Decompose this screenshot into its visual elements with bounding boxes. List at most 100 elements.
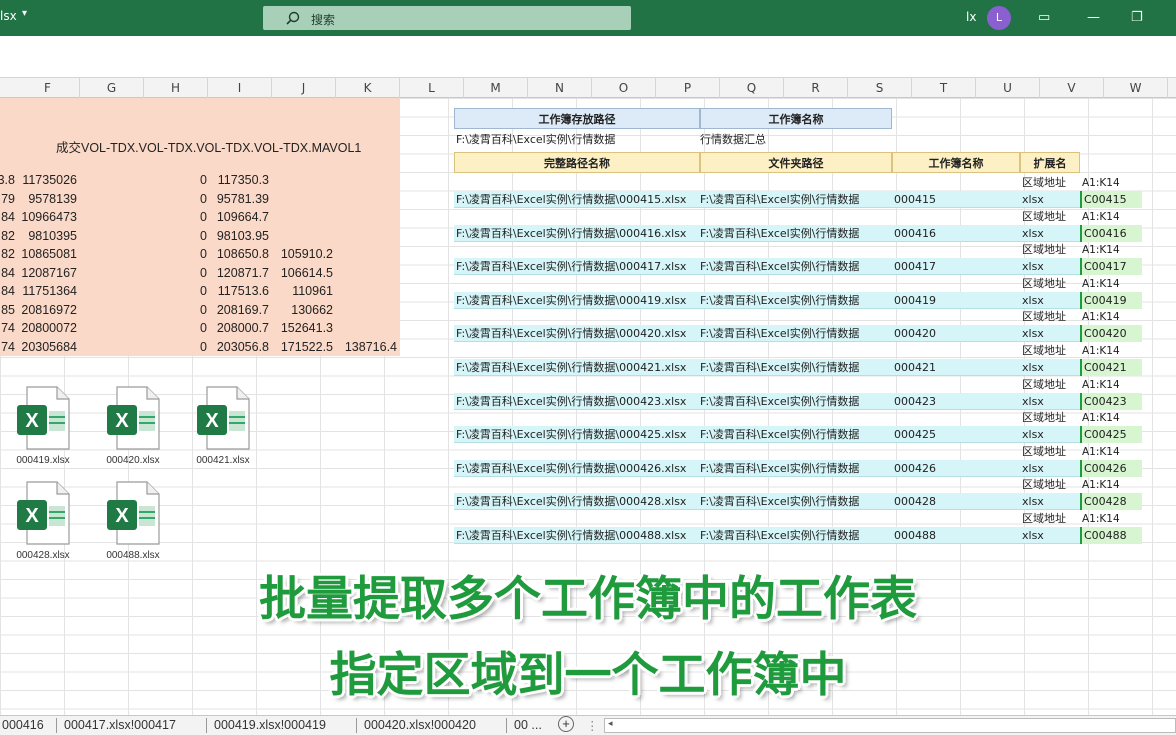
region-value[interactable]: A1:K14 — [1082, 511, 1142, 527]
book-cell[interactable]: 000425 — [894, 426, 1014, 443]
full-path-cell[interactable]: F:\凌霄百科\Excel实例\行情数据\000417.xlsx — [456, 258, 700, 275]
region-label[interactable]: 区域地址 — [1022, 309, 1082, 325]
left-cell[interactable]: 171522.5 — [281, 340, 333, 354]
ext-cell[interactable]: xlsx — [1022, 426, 1078, 443]
full-path-cell[interactable]: F:\凌霄百科\Excel实例\行情数据\000415.xlsx — [456, 191, 700, 208]
code-cell[interactable]: C00425 — [1080, 426, 1142, 444]
book-cell[interactable]: 000419 — [894, 292, 1014, 309]
left-cell[interactable]: 152641.3 — [281, 321, 333, 335]
left-cell[interactable]: 10865081 — [21, 247, 77, 261]
sheet-tab[interactable]: 000417.xlsx!000417 — [64, 718, 176, 732]
code-cell[interactable]: C00416 — [1080, 224, 1142, 242]
left-cell[interactable]: 79 — [1, 192, 15, 206]
folder-cell[interactable]: F:\凌霄百科\Excel实例\行情数据 — [700, 258, 890, 275]
column-header-h[interactable]: H — [144, 78, 208, 98]
column-header-t[interactable]: T — [912, 78, 976, 98]
left-cell[interactable]: 108650.8 — [217, 247, 269, 261]
left-cell[interactable]: 9810395 — [28, 229, 77, 243]
region-label[interactable]: 区域地址 — [1022, 276, 1082, 292]
code-cell[interactable]: C00428 — [1080, 493, 1142, 511]
code-cell[interactable]: C00415 — [1080, 191, 1142, 208]
file-icon-item[interactable]: X 000420.xlsx — [98, 385, 168, 466]
book-cell[interactable]: 000428 — [894, 493, 1014, 510]
code-cell[interactable]: C00421 — [1080, 359, 1142, 376]
full-path-cell[interactable]: F:\凌霄百科\Excel实例\行情数据\000425.xlsx — [456, 426, 700, 443]
folder-cell[interactable]: F:\凌霄百科\Excel实例\行情数据 — [700, 493, 890, 510]
left-cell[interactable]: 74 — [1, 321, 15, 335]
column-header-n[interactable]: N — [528, 78, 592, 98]
folder-header[interactable]: 文件夹路径 — [700, 152, 892, 173]
column-header-v[interactable]: V — [1040, 78, 1104, 98]
book-cell[interactable]: 000420 — [894, 325, 1014, 342]
ext-cell[interactable]: xlsx — [1022, 393, 1078, 410]
code-cell[interactable]: C00423 — [1080, 392, 1142, 410]
column-header-s[interactable]: S — [848, 78, 912, 98]
left-cell[interactable]: 203056.8 — [217, 340, 269, 354]
region-value[interactable]: A1:K14 — [1082, 477, 1142, 493]
book-cell[interactable]: 000423 — [894, 393, 1014, 410]
region-value[interactable]: A1:K14 — [1082, 242, 1142, 258]
left-cell[interactable]: 11751364 — [22, 284, 77, 298]
book-cell[interactable]: 000417 — [894, 258, 1014, 275]
left-cell[interactable]: 11735026 — [22, 173, 77, 187]
left-cell[interactable]: 84 — [1, 284, 15, 298]
column-header-o[interactable]: O — [592, 78, 656, 98]
file-icon-item[interactable]: X 000419.xlsx — [8, 385, 78, 466]
left-cell[interactable]: 0 — [200, 340, 207, 354]
add-sheet-button[interactable]: + — [558, 716, 574, 732]
left-cell[interactable]: 20800072 — [21, 321, 77, 335]
folder-cell[interactable]: F:\凌霄百科\Excel实例\行情数据 — [700, 292, 890, 309]
ext-cell[interactable]: xlsx — [1022, 493, 1078, 510]
region-label[interactable]: 区域地址 — [1022, 209, 1082, 225]
column-header-r[interactable]: R — [784, 78, 848, 98]
folder-cell[interactable]: F:\凌霄百科\Excel实例\行情数据 — [700, 191, 890, 208]
region-value[interactable]: A1:K14 — [1082, 309, 1142, 325]
left-cell[interactable]: 0 — [200, 192, 207, 206]
column-header-k[interactable]: K — [336, 78, 400, 98]
code-cell[interactable]: C00420 — [1080, 325, 1142, 343]
sheet-tab[interactable]: 000419.xlsx!000419 — [214, 718, 326, 732]
ext-cell[interactable]: xlsx — [1022, 527, 1078, 544]
name-header[interactable]: 工作簿名称 — [700, 108, 892, 129]
left-cell[interactable]: 106614.5 — [281, 266, 333, 280]
region-value[interactable]: A1:K14 — [1082, 377, 1142, 393]
folder-cell[interactable]: F:\凌霄百科\Excel实例\行情数据 — [700, 359, 890, 376]
code-cell[interactable]: C00417 — [1080, 258, 1142, 276]
book-header[interactable]: 工作簿名称 — [892, 152, 1020, 173]
ribbon-display-icon[interactable]: ▭ — [1038, 10, 1050, 25]
column-header-l[interactable]: L — [400, 78, 464, 98]
folder-cell[interactable]: F:\凌霄百科\Excel实例\行情数据 — [700, 460, 890, 477]
left-cell[interactable]: 10966473 — [21, 210, 77, 224]
left-cell[interactable]: 0 — [200, 229, 207, 243]
left-cell[interactable]: 208000.7 — [217, 321, 269, 335]
left-cell[interactable]: 105910.2 — [281, 247, 333, 261]
left-cell[interactable]: 130662 — [291, 303, 333, 317]
book-cell[interactable]: 000488 — [894, 527, 1014, 544]
minimize-icon[interactable]: — — [1087, 10, 1100, 25]
search-box[interactable]: 搜索 — [263, 6, 631, 30]
left-cell[interactable]: 12087167 — [21, 266, 77, 280]
scroll-left-icon[interactable]: ◂ — [608, 718, 613, 729]
sheet-tab[interactable]: 000420.xlsx!000420 — [364, 718, 476, 732]
left-cell[interactable]: 20305684 — [21, 340, 77, 354]
left-cell[interactable]: 20816972 — [21, 303, 77, 317]
left-cell[interactable]: 74 — [1, 340, 15, 354]
left-cell[interactable]: 3.8 — [0, 173, 15, 187]
region-value[interactable]: A1:K14 — [1082, 209, 1142, 225]
restore-icon[interactable]: ❐ — [1131, 10, 1143, 25]
left-cell[interactable]: 85 — [1, 303, 15, 317]
column-header-g[interactable]: G — [80, 78, 144, 98]
file-icon-item[interactable]: X 000428.xlsx — [8, 480, 78, 561]
full-path-cell[interactable]: F:\凌霄百科\Excel实例\行情数据\000416.xlsx — [456, 225, 700, 242]
left-cell[interactable]: 82 — [1, 247, 15, 261]
region-label[interactable]: 区域地址 — [1022, 511, 1082, 527]
region-label[interactable]: 区域地址 — [1022, 444, 1082, 460]
folder-cell[interactable]: F:\凌霄百科\Excel实例\行情数据 — [700, 325, 890, 342]
book-cell[interactable]: 000415 — [894, 191, 1014, 208]
left-cell[interactable]: 0 — [200, 303, 207, 317]
path-value[interactable]: F:\凌霄百科\Excel实例\行情数据 — [456, 130, 696, 150]
left-cell[interactable]: 0 — [200, 247, 207, 261]
left-cell[interactable]: 0 — [200, 173, 207, 187]
full-path-cell[interactable]: F:\凌霄百科\Excel实例\行情数据\000426.xlsx — [456, 460, 700, 477]
horizontal-scrollbar[interactable] — [604, 718, 1176, 733]
